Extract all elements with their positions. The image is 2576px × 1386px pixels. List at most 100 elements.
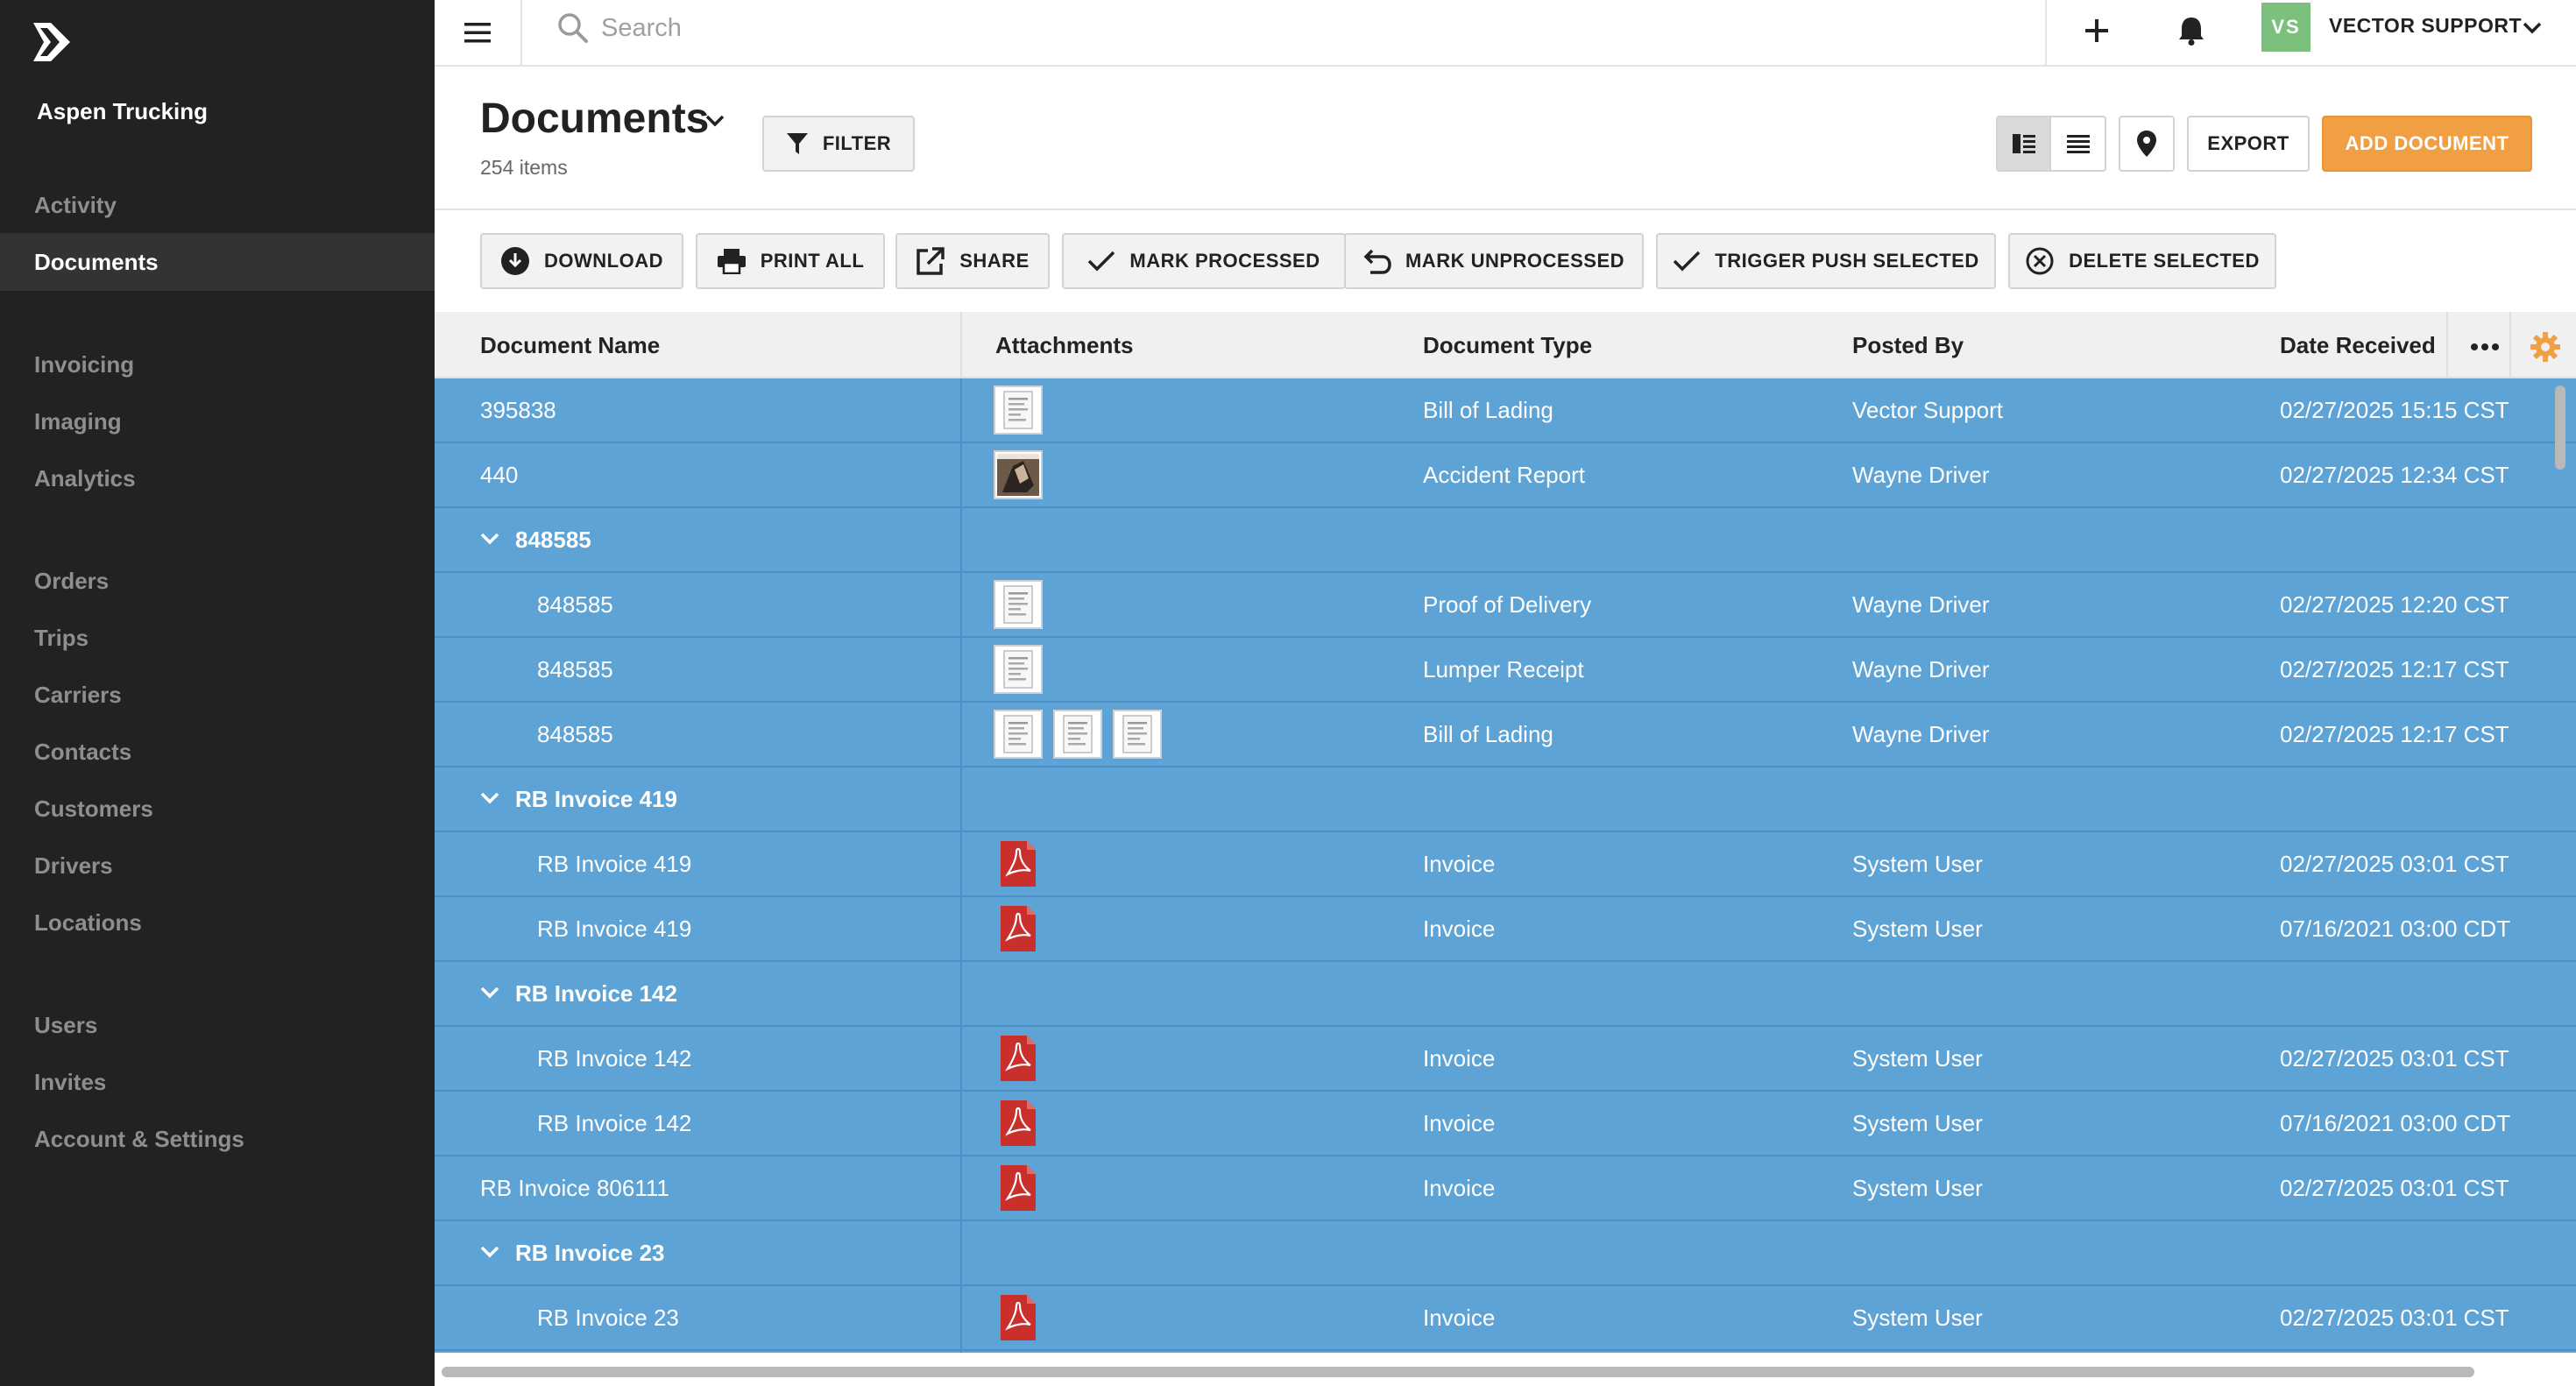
download-button[interactable]: DOWNLOAD xyxy=(480,233,683,289)
vertical-scrollbar[interactable] xyxy=(2555,385,2565,470)
document-type-cell: Bill of Lading xyxy=(1423,721,1553,747)
attachment-thumbnail[interactable] xyxy=(994,904,1043,953)
date-received-cell: 02/27/2025 03:01 CST xyxy=(2280,1305,2509,1331)
search-input[interactable] xyxy=(601,11,1477,46)
chevron-down-icon[interactable] xyxy=(478,787,501,810)
attachment-thumbnail[interactable] xyxy=(994,1034,1043,1083)
table-row[interactable]: RB Invoice 419 Invoice System User 07/16/20… xyxy=(435,897,2576,962)
document-type-cell: Lumper Receipt xyxy=(1423,656,1584,682)
posted-by-cell: System User xyxy=(1852,851,1983,877)
mark-processed-button[interactable]: MARK PROCESSED xyxy=(1062,233,1346,289)
attachment-thumbnail[interactable] xyxy=(994,450,1043,499)
column-header-date-received[interactable]: Date Received xyxy=(2280,312,2436,378)
avatar[interactable]: VS xyxy=(2261,3,2311,52)
column-header-document-name[interactable]: Document Name xyxy=(480,312,660,378)
chevron-down-icon[interactable] xyxy=(2520,16,2544,40)
posted-by-cell: Wayne Driver xyxy=(1852,591,1990,618)
export-button[interactable]: EXPORT xyxy=(2187,116,2310,172)
print-all-button[interactable]: PRINT ALL xyxy=(696,233,885,289)
sidebar-item-carriers[interactable]: Carriers xyxy=(0,666,435,724)
sidebar-item-account-settings[interactable]: Account & Settings xyxy=(0,1110,435,1168)
document-name-cell: 848585 xyxy=(537,656,613,682)
attachment-thumbnail[interactable] xyxy=(994,385,1043,435)
table-row[interactable]: RB Invoice 419 Invoice System User 02/27/20… xyxy=(435,832,2576,897)
share-icon xyxy=(916,247,945,275)
chevron-down-icon[interactable] xyxy=(478,1241,501,1263)
table-row[interactable]: 395838 Bill of Lading Vector Support 02/27/… xyxy=(435,378,2576,443)
split-view-button[interactable] xyxy=(1998,117,2052,170)
table-row[interactable]: 848585 Bill of Lading Wayne Driver 02/27/20… xyxy=(435,703,2576,767)
sidebar-item-imaging[interactable]: Imaging xyxy=(0,392,435,450)
bell-icon[interactable] xyxy=(2169,9,2213,53)
table-row[interactable]: RB Invoice 142 Invoice System User 02/27/20… xyxy=(435,1027,2576,1092)
pdf-file-icon xyxy=(1001,1036,1036,1081)
share-button[interactable]: SHARE xyxy=(895,233,1050,289)
grid-header: Document Name Attachments Document Type … xyxy=(435,312,2576,378)
attachments-cell xyxy=(994,710,1162,759)
document-type-cell: Bill of Lading xyxy=(1423,397,1553,423)
close-circle-icon xyxy=(2026,247,2054,275)
column-header-document-type[interactable]: Document Type xyxy=(1423,312,1592,378)
date-received-cell: 02/27/2025 03:01 CST xyxy=(2280,851,2509,877)
table-row[interactable]: RB Invoice 23 Invoice System User 02/27/202… xyxy=(435,1286,2576,1351)
chevron-down-icon[interactable] xyxy=(703,109,727,133)
page-title[interactable]: Documents xyxy=(480,95,709,143)
attachment-thumbnail[interactable] xyxy=(994,580,1043,629)
user-menu-name[interactable]: VECTOR SUPPORT xyxy=(2329,14,2522,38)
group-row[interactable]: RB Invoice 23 xyxy=(435,1221,2576,1286)
attachment-thumbnail[interactable] xyxy=(1113,710,1162,759)
document-name-cell: RB Invoice 419 xyxy=(537,916,692,942)
table-row[interactable]: RB Invoice 806111 Invoice System User 02/27… xyxy=(435,1156,2576,1221)
sidebar-item-customers[interactable]: Customers xyxy=(0,780,435,838)
group-row[interactable]: 848585 xyxy=(435,508,2576,573)
table-row[interactable]: 440 Accident Report Wayne Driver 02/27/2025… xyxy=(435,443,2576,508)
add-document-button[interactable]: ADD DOCUMENT xyxy=(2322,116,2532,172)
table-row[interactable]: 848585 Lumper Receipt Wayne Driver 02/27/20… xyxy=(435,638,2576,703)
grid-settings-button[interactable] xyxy=(2523,312,2567,378)
attachment-thumbnail[interactable] xyxy=(994,1099,1043,1148)
attachment-thumbnail[interactable] xyxy=(1053,710,1102,759)
attachment-thumbnail[interactable] xyxy=(994,645,1043,694)
plus-icon[interactable] xyxy=(2075,9,2119,53)
list-view-button[interactable] xyxy=(2051,117,2105,170)
sidebar-item-contacts[interactable]: Contacts xyxy=(0,723,435,781)
table-row[interactable]: RB Invoice 142 Invoice System User 07/16/20… xyxy=(435,1092,2576,1156)
map-view-button[interactable] xyxy=(2119,116,2175,172)
column-options-button[interactable] xyxy=(2459,312,2511,378)
menu-toggle-button[interactable] xyxy=(435,0,522,65)
sidebar-item-trips[interactable]: Trips xyxy=(0,609,435,667)
sidebar-item-drivers[interactable]: Drivers xyxy=(0,837,435,895)
sidebar-item-invoicing[interactable]: Invoicing xyxy=(0,336,435,393)
trigger-push-selected-button[interactable]: TRIGGER PUSH SELECTED xyxy=(1656,233,1996,289)
attachments-cell xyxy=(994,904,1043,953)
column-header-posted-by[interactable]: Posted By xyxy=(1852,312,1964,378)
posted-by-cell: Vector Support xyxy=(1852,397,2003,423)
group-label: RB Invoice 142 xyxy=(515,980,677,1007)
sidebar-item-locations[interactable]: Locations xyxy=(0,894,435,951)
document-name-cell: 440 xyxy=(480,462,519,488)
chevron-down-icon[interactable] xyxy=(478,981,501,1004)
brand-logo-icon[interactable] xyxy=(32,21,72,61)
view-toggle xyxy=(1996,116,2106,172)
sidebar: Aspen Trucking Activity Documents Invoic… xyxy=(0,0,435,1386)
filter-button[interactable]: FILTER xyxy=(762,116,915,172)
attachment-thumbnail[interactable] xyxy=(994,839,1043,888)
delete-selected-button[interactable]: DELETE SELECTED xyxy=(2008,233,2276,289)
sidebar-item-documents[interactable]: Documents xyxy=(0,233,435,291)
chevron-down-icon[interactable] xyxy=(478,527,501,550)
sidebar-item-analytics[interactable]: Analytics xyxy=(0,449,435,507)
group-row[interactable]: RB Invoice 419 xyxy=(435,767,2576,832)
attachment-thumbnail[interactable] xyxy=(994,1293,1043,1342)
table-row[interactable]: 848585 Proof of Delivery Wayne Driver 02/27… xyxy=(435,573,2576,638)
attachment-thumbnail[interactable] xyxy=(994,1163,1043,1213)
attachment-thumbnail[interactable] xyxy=(994,710,1043,759)
sidebar-item-activity[interactable]: Activity xyxy=(0,176,435,234)
sidebar-item-orders[interactable]: Orders xyxy=(0,552,435,610)
column-header-attachments[interactable]: Attachments xyxy=(995,312,1133,378)
horizontal-scrollbar[interactable] xyxy=(442,1367,2474,1377)
sidebar-item-users[interactable]: Users xyxy=(0,996,435,1054)
column-divider xyxy=(960,378,962,1353)
group-row[interactable]: RB Invoice 142 xyxy=(435,962,2576,1027)
mark-unprocessed-button[interactable]: MARK UNPROCESSED xyxy=(1344,233,1644,289)
sidebar-item-invites[interactable]: Invites xyxy=(0,1053,435,1111)
